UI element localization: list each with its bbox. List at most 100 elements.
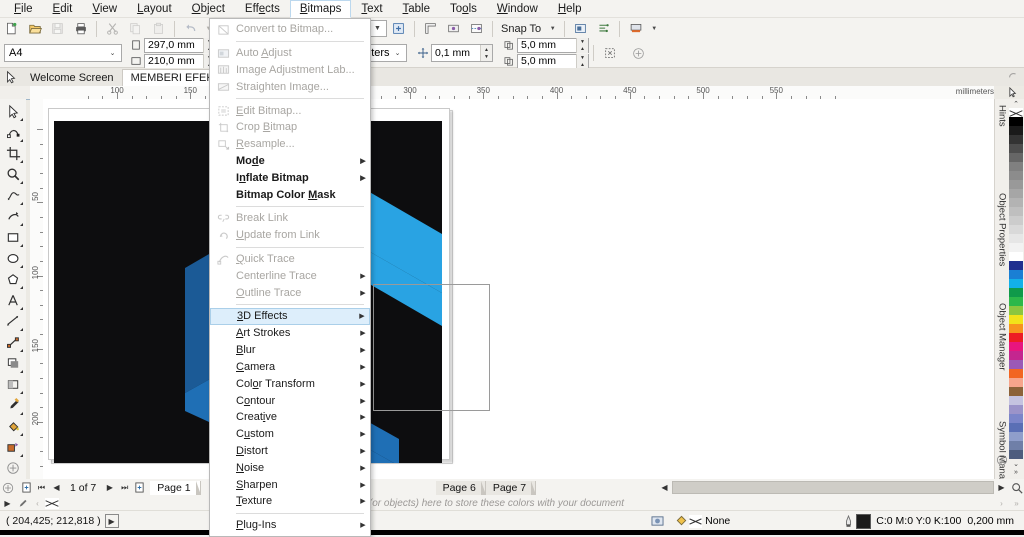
ruler-origin-button[interactable] (1007, 86, 1020, 99)
options-button[interactable] (570, 18, 591, 39)
docker-tab-object-properties[interactable]: Object Properties (995, 189, 1009, 294)
duplicate-y-spinner[interactable]: ▼ ▲ (576, 53, 588, 69)
page-tab-6[interactable]: Page 6 (435, 480, 487, 495)
show-rulers-button[interactable] (420, 18, 441, 39)
menu-effects[interactable]: Effects (235, 0, 290, 18)
first-page-button[interactable]: ⏮ (34, 480, 49, 495)
zoom-tool[interactable] (2, 164, 24, 185)
menu-item-noise[interactable]: Noise ▶ (210, 459, 370, 476)
ellipse-tool[interactable] (2, 248, 24, 269)
horizontal-scrollbar[interactable] (672, 481, 994, 494)
palette-swatch[interactable] (1009, 414, 1023, 423)
palette-swatch[interactable] (1009, 405, 1023, 414)
quick-customize-propbar[interactable] (628, 43, 649, 64)
palette-swatch[interactable] (1009, 180, 1023, 189)
menu-item-color-transform[interactable]: Color Transform ▶ (210, 375, 370, 392)
palette-swatch[interactable] (1009, 252, 1023, 261)
transparency-tool[interactable] (2, 374, 24, 395)
eyedropper-small-icon[interactable] (15, 496, 30, 511)
palette-swatch[interactable] (1009, 216, 1023, 225)
document-tab-welcome[interactable]: Welcome Screen (22, 71, 122, 86)
drawing-canvas[interactable] (43, 99, 994, 479)
palette-prev-icon[interactable]: ‹ (30, 496, 45, 511)
bitmaps-dropdown-menu[interactable]: Convert to Bitmap... Auto Adjust Image Adj… (209, 18, 371, 537)
crop-tool[interactable] (2, 143, 24, 164)
status-expand-button[interactable]: ▶ (104, 514, 119, 528)
menu-item-inflate-bitmap[interactable]: Inflate Bitmap ▶ (210, 169, 370, 186)
show-grid-button[interactable] (443, 18, 464, 39)
palette-swatch[interactable] (1009, 387, 1023, 396)
menu-object[interactable]: Object (182, 0, 235, 18)
menu-item-mode[interactable]: Mode ▶ (210, 153, 370, 170)
palette-swatch[interactable] (1009, 198, 1023, 207)
palette-swatch[interactable] (1009, 279, 1023, 288)
palette-swatch[interactable] (1009, 351, 1023, 360)
new-document-button[interactable] (1, 18, 22, 39)
palette-expand-icon[interactable]: ▶ (0, 496, 15, 511)
add-page-end-button[interactable] (132, 480, 147, 495)
menu-item-creative[interactable]: Creative ▶ (210, 409, 370, 426)
pick-tool[interactable] (2, 101, 24, 122)
palette-swatch[interactable] (1009, 162, 1023, 171)
no-color-swatch[interactable] (45, 497, 59, 509)
pick-tool-indicator[interactable] (0, 68, 22, 86)
color-eyedropper-tool[interactable] (2, 395, 24, 416)
interactive-fill-tool[interactable] (2, 416, 24, 437)
duplicate-x-input[interactable]: 5,0 mm ▼ ▲ (517, 37, 589, 53)
menu-item-bitmap-color-mask[interactable]: Bitmap Color Mask (210, 186, 370, 203)
menu-tools[interactable]: Tools (440, 0, 487, 18)
selection-bounding-box[interactable] (373, 284, 490, 411)
palette-swatch[interactable] (1009, 207, 1023, 216)
docker-tab-hints[interactable]: Hints (995, 101, 1009, 181)
palette-swatch[interactable] (1009, 117, 1023, 126)
quick-customize-nav[interactable] (0, 480, 15, 495)
palette-swatch[interactable] (1009, 189, 1023, 198)
fill-color-icon[interactable] (673, 514, 689, 528)
palette-expand[interactable]: » (1008, 468, 1024, 477)
nudge-distance-input[interactable]: 0,1 mm ▲ ▼ (431, 44, 493, 62)
palette-swatch[interactable] (1009, 450, 1023, 459)
snap-to-label[interactable]: Snap To (497, 23, 545, 35)
hscroll-left-button[interactable]: ◀ (657, 480, 672, 495)
menu-view[interactable]: View (82, 0, 127, 18)
duplicate-y-input[interactable]: 5,0 mm ▼ ▲ (517, 53, 589, 69)
menu-item-custom[interactable]: Custom ▶ (210, 426, 370, 443)
palette-swatch[interactable] (1009, 288, 1023, 297)
palette-swatch[interactable] (1009, 315, 1023, 324)
docker-tab-object-manager[interactable]: Object Manager (995, 299, 1009, 411)
palette-none-swatch[interactable] (1009, 108, 1023, 117)
palette-scroll-down[interactable]: ⌄ (1008, 459, 1024, 468)
object-manager-button[interactable] (593, 18, 614, 39)
vertical-ruler[interactable]: 50 100 150 200 (30, 99, 44, 479)
page-tab-1[interactable]: Page 1 (150, 480, 201, 495)
palette-swatch[interactable] (1009, 261, 1023, 270)
palette-swatch[interactable] (1009, 324, 1023, 333)
menu-file[interactable]: File (4, 0, 43, 18)
menu-item-contour[interactable]: Contour ▶ (210, 392, 370, 409)
palette-swatch[interactable] (1009, 297, 1023, 306)
last-page-button[interactable]: ⏭ (117, 480, 132, 495)
menu-item-sharpen[interactable]: Sharpen ▶ (210, 476, 370, 493)
shape-tool[interactable] (2, 122, 24, 143)
palette-swatch[interactable] (1009, 243, 1023, 252)
parallel-dimension-tool[interactable] (2, 311, 24, 332)
outline-pen-icon[interactable] (840, 514, 856, 528)
nudge-spinner[interactable]: ▲ ▼ (480, 45, 492, 61)
open-document-button[interactable] (24, 18, 45, 39)
palette-swatch[interactable] (1009, 144, 1023, 153)
page-size-combo[interactable]: A4 ⌄ (4, 44, 122, 62)
menu-text[interactable]: Text (351, 0, 392, 18)
palette-swatch[interactable] (1009, 225, 1023, 234)
menu-item-blur[interactable]: Blur ▶ (210, 342, 370, 359)
page-tab-7[interactable]: Page 7 (485, 480, 537, 495)
palette-swatch[interactable] (1009, 153, 1023, 162)
copy-button[interactable] (125, 18, 146, 39)
menu-window[interactable]: Window (487, 0, 548, 18)
rectangle-tool[interactable] (2, 227, 24, 248)
launcher-dropdown[interactable]: ▼ (648, 18, 660, 39)
palette-swatch[interactable] (1009, 369, 1023, 378)
snap-to-dropdown[interactable]: ▼ (546, 18, 559, 39)
menu-item-plug-ins[interactable]: Plug-Ins ▶ (210, 517, 370, 534)
smart-drawing-tool[interactable] (2, 206, 24, 227)
document-palette-bar[interactable]: ▶ ‹ Drag colors (or objects) here to sto… (0, 496, 1024, 510)
